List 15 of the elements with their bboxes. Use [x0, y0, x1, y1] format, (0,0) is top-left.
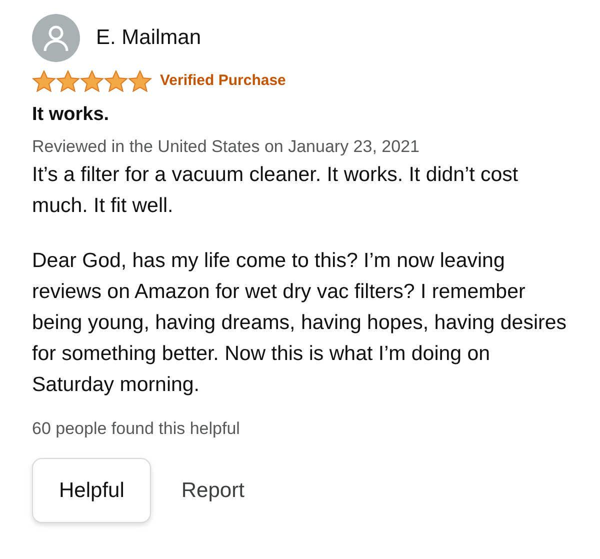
- verified-purchase-label: Verified Purchase: [160, 71, 286, 92]
- review-date: Reviewed in the United States on January 23, 2021: [32, 136, 420, 158]
- star-icon: [32, 70, 56, 93]
- star-icon: [80, 70, 104, 93]
- avatar-icon: [32, 14, 80, 62]
- review-text: It’s a filter for a vacuum cleaner. It works. It didn’t cost much. It fit well.: [32, 162, 520, 219]
- star-icon: [56, 70, 80, 93]
- review-text: Dear God, has my life come to this? I’m now leaving reviews on Amazon for wet dry vac filters? I remember being young, having dreams, having hopes, having desires for something better. Now this is what I’m doing on Saturday morning.: [32, 248, 568, 398]
- reviewer-name: E. Mailman: [96, 25, 202, 52]
- helpful-count: 60 people found this helpful: [32, 418, 241, 440]
- star-icon: [128, 70, 152, 93]
- report-link[interactable]: Report: [155, 458, 270, 522]
- helpful-button[interactable]: Helpful: [32, 458, 152, 523]
- star-icon: [104, 70, 128, 93]
- review-title: It works.: [32, 103, 110, 127]
